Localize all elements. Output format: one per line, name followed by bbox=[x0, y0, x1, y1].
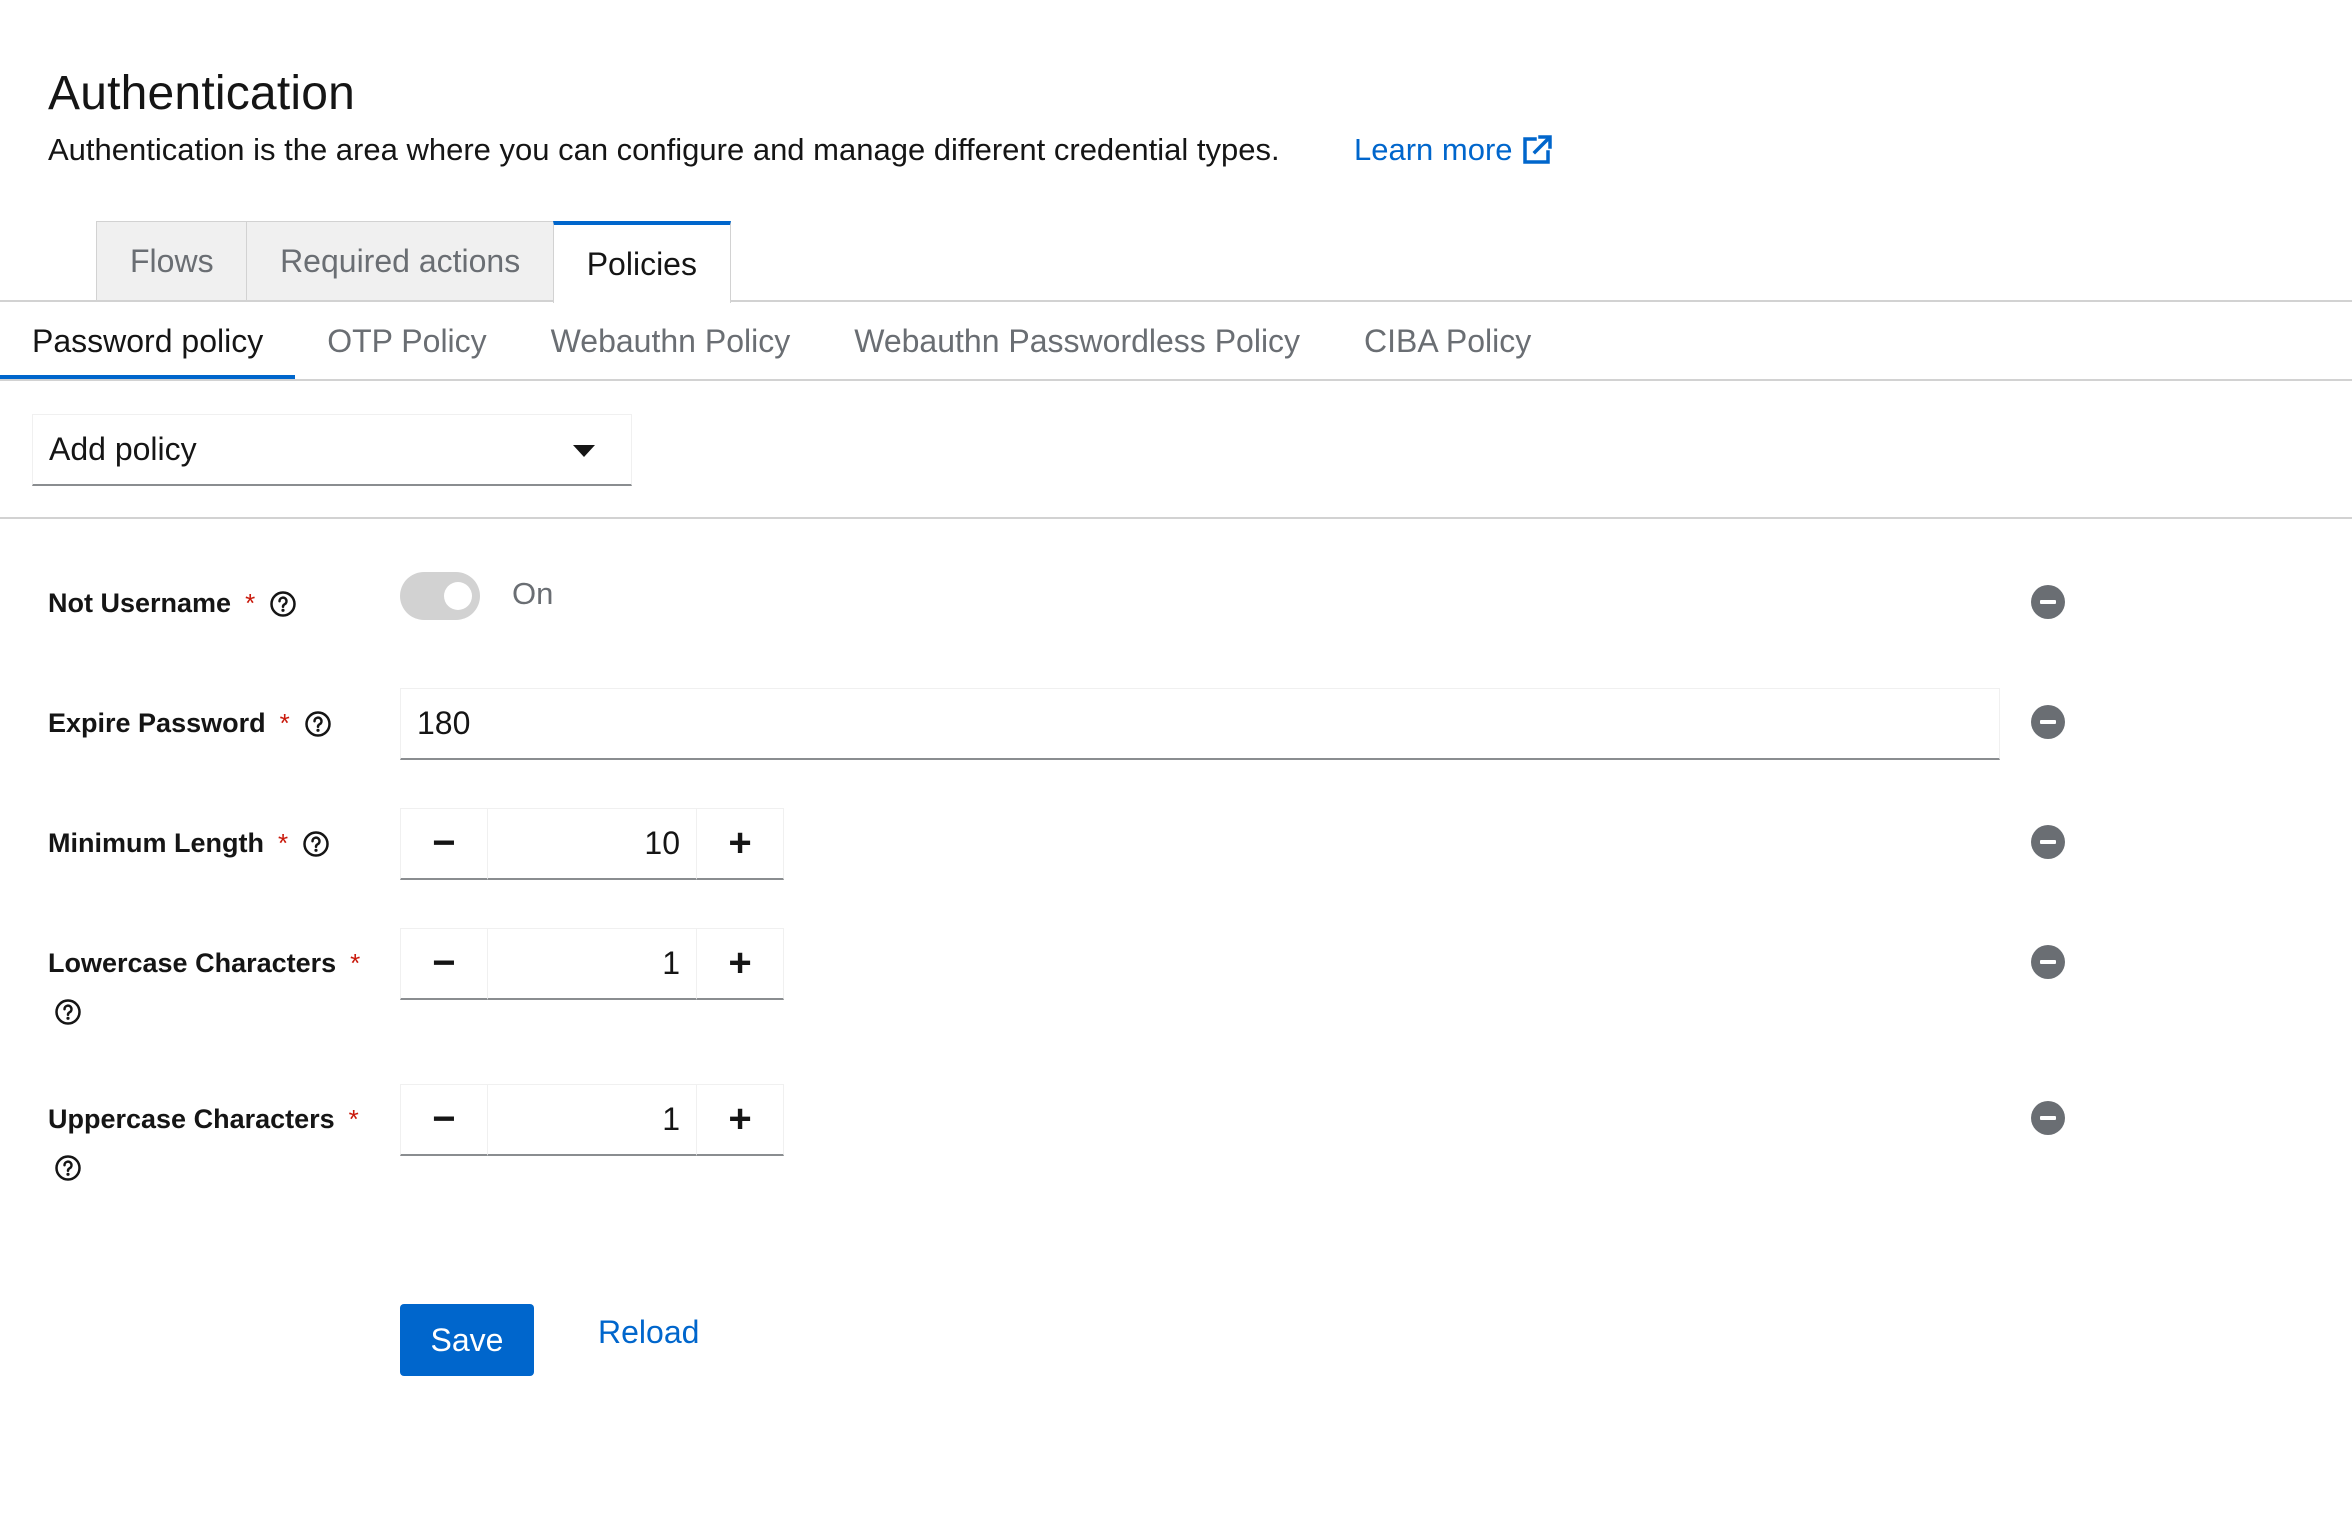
not-username-label: Not Username bbox=[48, 588, 232, 618]
tab-ciba-policy[interactable]: CIBA Policy bbox=[1332, 302, 1563, 380]
tab-policies[interactable]: Policies bbox=[552, 221, 731, 303]
lowercase-label: Lowercase Characters bbox=[48, 948, 337, 978]
expire-password-label-group: Expire Password * bbox=[48, 708, 332, 739]
external-link-icon bbox=[1522, 135, 1552, 164]
main-tabs: Flows Required actions Policies bbox=[96, 221, 731, 303]
minimum-length-label-group: Minimum Length * bbox=[48, 828, 330, 859]
learn-more-link[interactable]: Learn more bbox=[1354, 132, 1553, 168]
decrement-button[interactable]: − bbox=[400, 808, 488, 880]
uppercase-stepper: − 1 + bbox=[400, 1084, 784, 1156]
expire-password-label: Expire Password bbox=[48, 708, 266, 738]
remove-not-username-icon[interactable] bbox=[2031, 585, 2065, 619]
caret-down-icon bbox=[573, 445, 595, 457]
toggle-knob bbox=[444, 582, 472, 610]
save-button[interactable]: Save bbox=[400, 1304, 534, 1376]
lowercase-value[interactable]: 1 bbox=[488, 928, 696, 1000]
increment-button[interactable]: + bbox=[696, 928, 784, 1000]
required-indicator: * bbox=[348, 1104, 359, 1134]
add-policy-dropdown[interactable]: Add policy bbox=[32, 414, 632, 486]
policy-tabs: Password policy OTP Policy Webauthn Poli… bbox=[0, 302, 1563, 380]
remove-lowercase-icon[interactable] bbox=[2031, 945, 2065, 979]
lowercase-stepper: − 1 + bbox=[400, 928, 784, 1000]
help-icon[interactable] bbox=[269, 590, 297, 618]
decrement-button[interactable]: − bbox=[400, 928, 488, 1000]
tab-password-policy[interactable]: Password policy bbox=[0, 302, 296, 380]
tab-required-actions[interactable]: Required actions bbox=[246, 221, 555, 301]
not-username-toggle[interactable] bbox=[400, 572, 480, 620]
add-policy-label: Add policy bbox=[49, 431, 197, 467]
uppercase-label: Uppercase Characters bbox=[48, 1104, 335, 1134]
not-username-toggle-label: On bbox=[512, 576, 554, 611]
required-indicator: * bbox=[277, 828, 289, 858]
help-icon[interactable] bbox=[54, 998, 82, 1026]
minimum-length-value[interactable]: 10 bbox=[488, 808, 696, 880]
page-title: Authentication bbox=[48, 67, 356, 120]
tab-webauthn-policy[interactable]: Webauthn Policy bbox=[519, 302, 823, 380]
decrement-button[interactable]: − bbox=[400, 1084, 488, 1156]
uppercase-label-group: Uppercase Characters * bbox=[48, 1104, 359, 1135]
increment-button[interactable]: + bbox=[696, 1084, 784, 1156]
reload-button[interactable]: Reload bbox=[598, 1314, 699, 1351]
required-indicator: * bbox=[279, 708, 290, 738]
minimum-length-stepper: − 10 + bbox=[400, 808, 784, 880]
tab-otp-policy[interactable]: OTP Policy bbox=[295, 302, 518, 380]
remove-minimum-length-icon[interactable] bbox=[2031, 825, 2065, 859]
help-icon[interactable] bbox=[54, 1154, 82, 1182]
required-indicator: * bbox=[245, 588, 256, 618]
minimum-length-label: Minimum Length bbox=[48, 828, 264, 858]
not-username-label-group: Not Username * bbox=[48, 588, 297, 619]
page-description: Authentication is the area where you can… bbox=[48, 132, 1280, 167]
required-indicator: * bbox=[350, 948, 361, 978]
help-icon[interactable] bbox=[304, 710, 332, 738]
tab-webauthn-passwordless-policy[interactable]: Webauthn Passwordless Policy bbox=[822, 302, 1332, 380]
section-divider bbox=[0, 517, 2352, 519]
tab-flows[interactable]: Flows bbox=[96, 221, 248, 301]
remove-expire-password-icon[interactable] bbox=[2031, 705, 2065, 739]
uppercase-value[interactable]: 1 bbox=[488, 1084, 696, 1156]
policy-tabs-divider bbox=[0, 379, 2352, 381]
help-icon[interactable] bbox=[302, 830, 330, 858]
lowercase-label-group: Lowercase Characters * bbox=[48, 948, 360, 979]
remove-uppercase-icon[interactable] bbox=[2031, 1101, 2065, 1135]
learn-more-label: Learn more bbox=[1354, 132, 1513, 167]
increment-button[interactable]: + bbox=[696, 808, 784, 880]
expire-password-input[interactable]: 180 bbox=[400, 688, 2000, 760]
